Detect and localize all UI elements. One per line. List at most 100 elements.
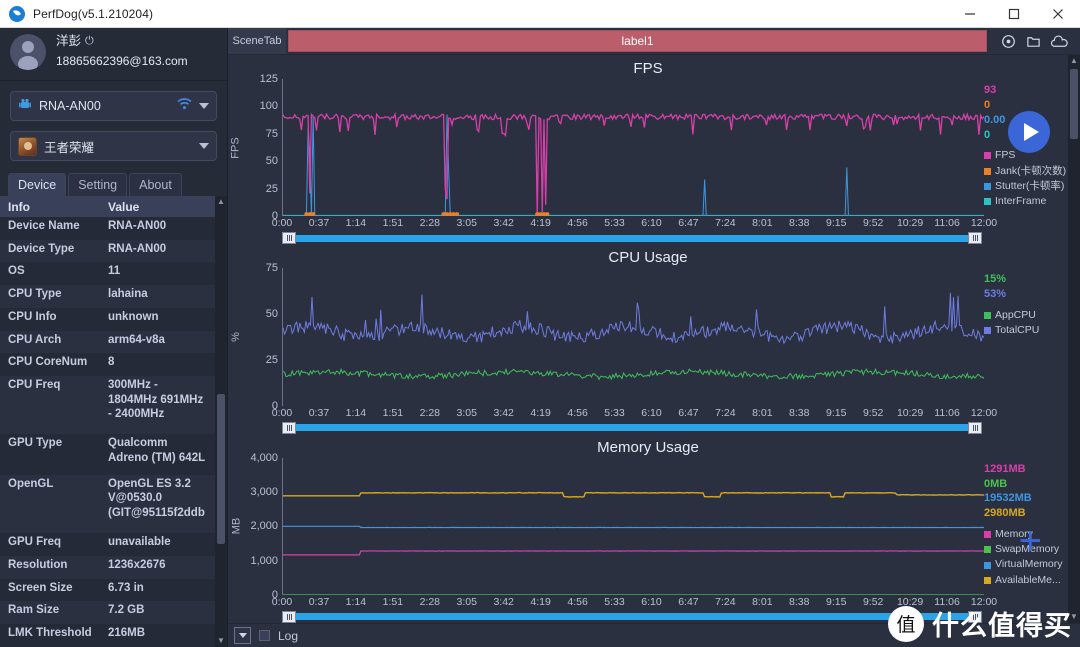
sidebar-tabs: Device Setting About [8,173,227,196]
plotarea-cpu[interactable] [282,268,984,406]
ytick: 125 [259,73,278,85]
xtick: 12:00 [970,217,998,230]
tab-about[interactable]: About [129,173,182,196]
timeline-grip-left[interactable] [282,610,296,623]
timeline-grip-right[interactable] [968,421,982,434]
play-button-icon[interactable] [1008,111,1050,153]
wifi-icon [177,97,192,115]
table-row[interactable]: Resolution 1236x2676 [0,556,215,579]
app-select[interactable]: 王者荣耀 [10,131,217,161]
timeline-grip-left[interactable] [282,421,296,434]
plotarea-fps[interactable] [282,79,984,217]
xtick: 3:42 [493,406,514,419]
legend-keys-fps: FPS Jank(卡顿次数) Stutter(卡顿率) InterFrame [984,148,1068,209]
legend-item[interactable]: AvailableMe... [984,573,1068,588]
minimize-button[interactable] [948,0,992,28]
xtick: 1:51 [382,406,404,419]
legend-readout: 53% [984,288,1007,301]
close-button[interactable] [1036,0,1080,28]
table-row[interactable]: OpenGL OpenGL ES 3.2 V@0530.0 (GIT@95115f… [0,474,215,534]
xtick: 1:51 [382,217,404,230]
sidebar: 洋彭 ⏻ 18865662396@163.com RNA-AN00 王者荣耀 D… [0,28,228,647]
legend-item[interactable]: TotalCPU [984,323,1068,338]
scroll-up-icon[interactable]: ▲ [215,196,227,208]
ytick: 4,000 [250,451,278,464]
maximize-button[interactable] [992,0,1036,28]
chevron-down-icon[interactable] [199,143,209,149]
app-select-value: 王者荣耀 [44,140,95,155]
xtick: 9:52 [862,595,884,608]
table-row[interactable]: CPU CoreNum 8 [0,353,215,377]
timeline-track[interactable] [296,234,968,242]
timeline-grip-left[interactable] [282,232,296,245]
xtick: 1:14 [345,217,367,230]
scroll-thumb[interactable] [217,394,225,545]
table-row[interactable]: CPU Arch arm64-v8a [0,330,215,354]
timeline-grip-right[interactable] [968,610,982,623]
cell-value: 6.73 in [100,578,215,602]
table-row[interactable]: Device Name RNA-AN00 [0,217,215,240]
timeline-grip-right[interactable] [968,232,982,245]
legend-swatch [984,327,991,335]
chevron-down-icon[interactable] [199,103,209,109]
log-checkbox[interactable] [259,630,270,641]
timeline-track[interactable] [296,424,968,432]
table-row[interactable]: CPU Info unknown [0,307,215,331]
cell-info: CPU Type [0,285,100,308]
scroll-down-icon[interactable]: ▼ [215,635,227,647]
device-info-table: Info Value Device Name RNA-AN00 Device Typ… [0,196,215,647]
power-icon[interactable]: ⏻ [85,34,94,49]
tab-device[interactable]: Device [8,173,67,196]
timeline-cpu[interactable] [282,421,982,434]
cell-value: unknown [100,307,215,331]
legend-item[interactable]: AppCPU [984,308,1068,323]
cell-value: lahaina [100,285,215,308]
scroll-thumb[interactable] [1070,69,1078,139]
main-scrollbar[interactable]: ▲ ▼ [1068,55,1080,623]
table-row[interactable]: LMK Threshold 216MB [0,624,215,647]
scroll-up-icon[interactable]: ▲ [1068,55,1080,67]
device-info-table-wrap: Info Value Device Name RNA-AN00 Device Typ… [0,196,227,647]
title-bar: PerfDog(v5.1.210204) [0,0,1080,28]
sidebar-scrollbar[interactable]: ▲ ▼ [215,196,227,647]
folder-icon[interactable] [1026,34,1041,49]
plot-row-fps: FPS 0 25 50 75 100 125 93 0 0.00 0 FPS Jank(卡顿次数)… [228,73,1068,222]
ytick: 25 [265,182,278,195]
location-pin-icon[interactable] [1001,34,1016,49]
table-row[interactable]: Ram Size 7.2 GB [0,601,215,625]
status-dropdown-button[interactable] [234,627,251,644]
scroll-down-icon[interactable]: ▼ [1068,611,1080,623]
timeline-fps[interactable] [282,232,982,245]
legend-swatch [984,198,991,206]
device-select[interactable]: RNA-AN00 [10,91,217,121]
cell-info: CPU Info [0,307,100,331]
cloud-icon[interactable] [1051,34,1068,49]
table-row[interactable]: Device Type RNA-AN00 [0,239,215,263]
device-info-rows: Device Name RNA-AN00 Device Type RNA-AN00 OS… [0,217,215,647]
plot-svg-fps [283,79,984,216]
table-row[interactable]: OS 11 [0,262,215,286]
xtick: 10:29 [896,595,924,608]
table-row[interactable]: CPU Freq 300MHz - 1804MHz 691MHz - 2400MH… [0,376,215,435]
xtick: 12:00 [970,595,998,608]
xtick: 9:15 [825,595,847,608]
tab-setting[interactable]: Setting [68,173,128,196]
timeline-track[interactable] [296,613,968,621]
add-plus-icon[interactable]: + [1019,521,1042,561]
table-row[interactable]: GPU Type Qualcomm Adreno (TM) 642L [0,434,215,475]
xtick: 3:05 [456,217,477,230]
xtick: 12:00 [970,406,998,419]
legend-item[interactable]: Stutter(卡顿率) [984,179,1068,194]
table-row[interactable]: GPU Freq unavailable [0,533,215,557]
ytick: 100 [259,100,278,113]
account-panel[interactable]: 洋彭 ⏻ 18865662396@163.com [0,28,227,76]
scene-tab-button[interactable]: SceneTab [228,28,286,54]
table-row[interactable]: CPU Type lahaina [0,285,215,308]
timeline-memory[interactable] [282,610,982,623]
plotarea-memory[interactable] [282,457,984,595]
legend-item[interactable]: InterFrame [984,194,1068,209]
scene-label-bar[interactable]: label1 [288,30,987,52]
legend-label: TotalCPU [995,324,1040,337]
table-row[interactable]: Screen Size 6.73 in [0,578,215,602]
legend-item[interactable]: Jank(卡顿次数) [984,164,1068,179]
